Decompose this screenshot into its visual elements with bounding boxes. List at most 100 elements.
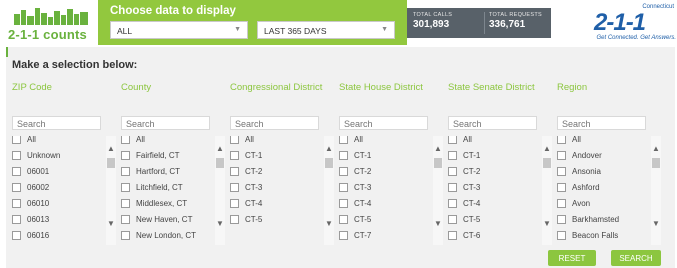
scrollbar[interactable]: ▲ ▼ xyxy=(433,136,443,245)
checkbox[interactable] xyxy=(448,199,457,208)
data-type-dropdown[interactable]: ALL ▼ xyxy=(110,21,248,39)
checkbox[interactable] xyxy=(557,183,566,192)
list-item[interactable]: CT-2 xyxy=(339,166,429,180)
zip-code-search-input[interactable] xyxy=(12,116,101,130)
list-item[interactable]: Unknown xyxy=(12,150,102,164)
scroll-thumb[interactable] xyxy=(325,158,333,168)
state-senate-district-search-input[interactable] xyxy=(448,116,537,130)
date-range-dropdown[interactable]: LAST 365 DAYS ▼ xyxy=(257,21,395,39)
checkbox[interactable] xyxy=(230,199,239,208)
county-list[interactable]: All Fairfield, CT Hartford, CT Litchfield, … xyxy=(121,136,227,245)
scrollbar[interactable]: ▲ ▼ xyxy=(542,136,552,245)
chevron-up-icon[interactable]: ▲ xyxy=(434,144,442,153)
checkbox[interactable] xyxy=(339,199,348,208)
list-item[interactable]: Beacon Falls xyxy=(557,230,647,244)
checkbox[interactable] xyxy=(12,231,21,240)
scroll-thumb[interactable] xyxy=(543,158,551,168)
list-item[interactable]: Litchfield, CT xyxy=(121,182,211,196)
list-item[interactable]: Ansonia xyxy=(557,166,647,180)
chevron-down-icon[interactable]: ▼ xyxy=(543,219,551,228)
ct211-logo[interactable]: Connecticut 2-1-1 Get Connected. Get Ans… xyxy=(584,4,676,44)
reset-button[interactable]: RESET xyxy=(548,250,596,266)
zip-code-list[interactable]: All Unknown 06001 06002 06010 06013 06016 ▲ ▼ xyxy=(12,136,118,245)
list-item[interactable]: CT-4 xyxy=(339,198,429,212)
list-item[interactable]: All xyxy=(448,136,538,148)
scrollbar[interactable]: ▲ ▼ xyxy=(215,136,225,245)
scroll-thumb[interactable] xyxy=(434,158,442,168)
checkbox[interactable] xyxy=(12,136,21,144)
chevron-down-icon[interactable]: ▼ xyxy=(325,219,333,228)
county-search-input[interactable] xyxy=(121,116,210,130)
scroll-thumb[interactable] xyxy=(107,158,115,168)
list-item[interactable]: CT-5 xyxy=(448,214,538,228)
chevron-down-icon[interactable]: ▼ xyxy=(652,219,660,228)
checkbox[interactable] xyxy=(339,151,348,160)
search-button[interactable]: SEARCH xyxy=(611,250,661,266)
scrollbar[interactable]: ▲ ▼ xyxy=(106,136,116,245)
checkbox[interactable] xyxy=(121,231,130,240)
checkbox[interactable] xyxy=(12,183,21,192)
list-item[interactable]: CT-1 xyxy=(448,150,538,164)
list-item[interactable]: Barkhamsted xyxy=(557,214,647,228)
list-item[interactable]: CT-1 xyxy=(339,150,429,164)
checkbox[interactable] xyxy=(121,199,130,208)
list-item[interactable]: Hartford, CT xyxy=(121,166,211,180)
checkbox[interactable] xyxy=(230,183,239,192)
chevron-up-icon[interactable]: ▲ xyxy=(325,144,333,153)
checkbox[interactable] xyxy=(12,199,21,208)
congressional-district-list[interactable]: All CT-1 CT-2 CT-3 CT-4 CT-5 ▲ ▼ xyxy=(230,136,336,245)
checkbox[interactable] xyxy=(448,215,457,224)
list-item[interactable]: All xyxy=(12,136,102,148)
list-item[interactable]: All xyxy=(121,136,211,148)
checkbox[interactable] xyxy=(339,215,348,224)
checkbox[interactable] xyxy=(121,215,130,224)
scrollbar[interactable]: ▲ ▼ xyxy=(651,136,661,245)
list-item[interactable]: 06010 xyxy=(12,198,102,212)
scrollbar[interactable]: ▲ ▼ xyxy=(324,136,334,245)
list-item[interactable]: CT-4 xyxy=(230,198,320,212)
checkbox[interactable] xyxy=(448,167,457,176)
checkbox[interactable] xyxy=(230,151,239,160)
list-item[interactable]: CT-4 xyxy=(448,198,538,212)
region-search-input[interactable] xyxy=(557,116,646,130)
state-senate-district-list[interactable]: All CT-1 CT-2 CT-3 CT-4 CT-5 CT-6 ▲ ▼ xyxy=(448,136,554,245)
checkbox[interactable] xyxy=(339,136,348,144)
list-item[interactable]: CT-5 xyxy=(339,214,429,228)
state-house-district-list[interactable]: All CT-1 CT-2 CT-3 CT-4 CT-5 CT-7 ▲ ▼ xyxy=(339,136,445,245)
checkbox[interactable] xyxy=(339,231,348,240)
list-item[interactable]: CT-3 xyxy=(339,182,429,196)
checkbox[interactable] xyxy=(121,136,130,144)
checkbox[interactable] xyxy=(121,183,130,192)
scroll-thumb[interactable] xyxy=(216,158,224,168)
congressional-district-search-input[interactable] xyxy=(230,116,319,130)
list-item[interactable]: Fairfield, CT xyxy=(121,150,211,164)
list-item[interactable]: CT-7 xyxy=(339,230,429,244)
chevron-up-icon[interactable]: ▲ xyxy=(543,144,551,153)
checkbox[interactable] xyxy=(339,167,348,176)
list-item[interactable]: CT-5 xyxy=(230,214,320,228)
checkbox[interactable] xyxy=(230,167,239,176)
checkbox[interactable] xyxy=(448,183,457,192)
checkbox[interactable] xyxy=(557,215,566,224)
checkbox[interactable] xyxy=(121,167,130,176)
list-item[interactable]: All xyxy=(339,136,429,148)
list-item[interactable]: CT-2 xyxy=(230,166,320,180)
checkbox[interactable] xyxy=(448,136,457,144)
checkbox[interactable] xyxy=(557,199,566,208)
region-list[interactable]: All Andover Ansonia Ashford Avon Barkhamsted B… xyxy=(557,136,663,245)
checkbox[interactable] xyxy=(448,231,457,240)
checkbox[interactable] xyxy=(230,215,239,224)
checkbox[interactable] xyxy=(557,136,566,144)
list-item[interactable]: 06016 xyxy=(12,230,102,244)
list-item[interactable]: All xyxy=(557,136,647,148)
list-item[interactable]: CT-3 xyxy=(448,182,538,196)
list-item[interactable]: New London, CT xyxy=(121,230,211,244)
list-item[interactable]: CT-2 xyxy=(448,166,538,180)
checkbox[interactable] xyxy=(12,167,21,176)
chevron-down-icon[interactable]: ▼ xyxy=(434,219,442,228)
checkbox[interactable] xyxy=(339,183,348,192)
list-item[interactable]: All xyxy=(230,136,320,148)
checkbox[interactable] xyxy=(448,151,457,160)
checkbox[interactable] xyxy=(121,151,130,160)
list-item[interactable]: 06002 xyxy=(12,182,102,196)
